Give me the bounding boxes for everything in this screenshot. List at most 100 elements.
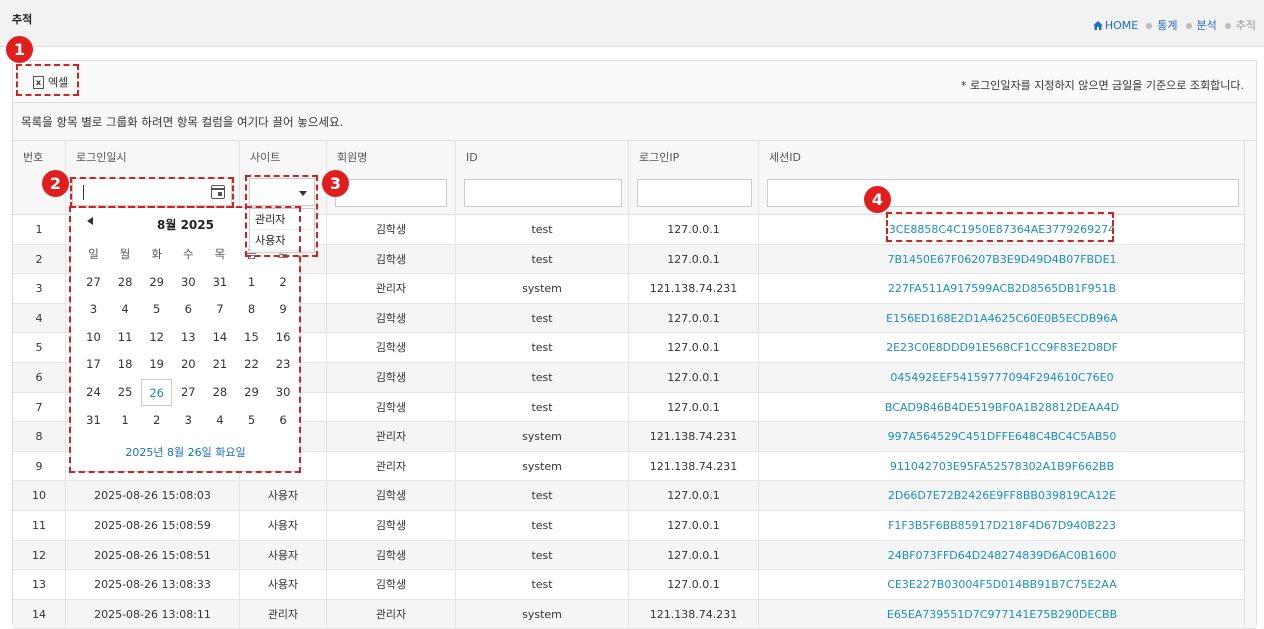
calendar-day[interactable]: 11 (110, 324, 141, 351)
cell-no: 8 (13, 422, 66, 452)
calendar-day[interactable]: 6 (173, 296, 204, 323)
filter-cell-session-id (759, 174, 1246, 215)
table-row[interactable]: 11 2025-08-26 15:08:59 사용자 김학생 test 127.0.0.1… (13, 511, 1256, 541)
calendar-icon[interactable] (211, 185, 225, 199)
col-header-site[interactable]: 사이트 (240, 141, 327, 174)
session-id-filter-input[interactable] (767, 179, 1239, 207)
calendar-day[interactable]: 1 (110, 407, 141, 434)
calendar-day[interactable]: 21 (204, 351, 235, 378)
col-header-member-name[interactable]: 회원명 (327, 141, 456, 174)
table-row[interactable]: 13 2025-08-26 13:08:33 사용자 김학생 test 127.0.0.1… (13, 570, 1256, 600)
col-header-session-id[interactable]: 세션ID (759, 141, 1246, 174)
site-filter-select[interactable] (249, 178, 315, 206)
cell-site: 사용자 (240, 540, 327, 570)
col-header-id[interactable]: ID (456, 141, 629, 174)
calendar-day[interactable]: 9 (268, 296, 299, 323)
calendar-day[interactable]: 20 (173, 351, 204, 378)
calendar-day[interactable]: 16 (268, 324, 299, 351)
calendar-day[interactable]: 3 (173, 407, 204, 434)
calendar-day[interactable]: 10 (78, 324, 109, 351)
vertical-scrollbar[interactable] (1244, 141, 1256, 626)
cell-session-id[interactable]: 7B1450E67F06207B3E9D49D4B07FBDE1 (759, 244, 1246, 274)
calendar-day[interactable]: 2 (141, 407, 172, 434)
group-drop-area[interactable]: 목록을 항목 별로 그룹화 하려면 항목 컬럼을 여기다 끌어 놓으세요. (13, 103, 1256, 141)
calendar-day[interactable]: 4 (110, 296, 141, 323)
cell-no: 12 (13, 540, 66, 570)
cell-login-time: 2025-08-26 15:08:03 (66, 481, 240, 511)
calendar-day[interactable]: 12 (141, 324, 172, 351)
table-row[interactable]: 12 2025-08-26 15:08:51 사용자 김학생 test 127.0.0.1… (13, 540, 1256, 571)
calendar-day[interactable]: 15 (236, 324, 267, 351)
calendar-day[interactable]: 19 (141, 351, 172, 378)
cell-session-id[interactable]: 2D66D7E72B2426E9FF8BB039819CA12E (759, 481, 1246, 511)
calendar-day[interactable]: 28 (204, 379, 235, 406)
cell-session-id[interactable]: CE3E227B03004F5D014BB91B7C75E2AA (759, 570, 1246, 600)
calendar-day[interactable]: 13 (173, 324, 204, 351)
breadcrumb-stats[interactable]: 통계 (1146, 17, 1178, 33)
calendar-day[interactable]: 17 (78, 351, 109, 378)
cell-session-id[interactable]: 2E23C0E8DDD91E568CF1CC9F83E2D8DF (759, 333, 1246, 363)
table-row[interactable]: 10 2025-08-26 15:08:03 사용자 김학생 test 127.0.0.1… (13, 481, 1256, 511)
cell-session-id[interactable]: BCAD9846B4DE519BF0A1B28812DEAA4D (759, 392, 1246, 422)
cell-session-id[interactable]: 227FA511A917599ACB2D8565DB1F951B (759, 274, 1246, 304)
calendar-day[interactable]: 27 (173, 379, 204, 406)
calendar-day[interactable]: 4 (204, 407, 235, 434)
bullet-icon (1146, 23, 1153, 29)
calendar-day[interactable]: 2 (268, 269, 299, 296)
cell-id: system (456, 274, 629, 304)
calendar-day[interactable]: 30 (268, 379, 299, 406)
calendar-day[interactable]: 5 (236, 407, 267, 434)
cell-session-id[interactable]: 24BF073FFD64D248274839D6AC0B1600 (759, 540, 1246, 570)
calendar-day[interactable]: 22 (236, 351, 267, 378)
calendar-today-link[interactable]: 2025년 8월 26일 화요일 (71, 444, 300, 460)
site-option-user[interactable]: 사용자 (250, 230, 314, 251)
cell-member-name: 김학생 (327, 303, 456, 333)
cell-session-id[interactable]: 3CE8858C4C1950E87364AE3779269274 (759, 215, 1246, 244)
calendar-day[interactable]: 25 (110, 379, 141, 406)
login-date-filter-input[interactable] (72, 178, 232, 206)
calendar-day[interactable]: 3 (78, 296, 109, 323)
cell-login-ip: 127.0.0.1 (629, 244, 759, 274)
calendar-day[interactable]: 1 (236, 269, 267, 296)
calendar-day[interactable]: 6 (268, 407, 299, 434)
cell-session-id[interactable]: 997A564529C451DFFE648C4BC4C5AB50 (759, 422, 1246, 452)
calendar-day[interactable]: 8 (236, 296, 267, 323)
marker-badge-4: 4 (864, 186, 891, 213)
calendar-day[interactable]: 31 (78, 407, 109, 434)
calendar-day[interactable]: 14 (204, 324, 235, 351)
calendar-day[interactable]: 27 (78, 269, 109, 296)
calendar-day-selected[interactable]: 26 (141, 379, 173, 406)
calendar-day[interactable]: 5 (141, 296, 172, 323)
cell-session-id[interactable]: F1F3B5F6BB85917D218F4D67D940B223 (759, 511, 1246, 540)
calendar-day[interactable]: 30 (173, 269, 204, 296)
cell-site: 관리자 (240, 599, 327, 629)
cell-session-id[interactable]: E156ED168E2D1A4625C60E0B5ECDB96A (759, 303, 1246, 333)
calendar-day[interactable]: 7 (204, 296, 235, 323)
calendar-day[interactable]: 28 (110, 269, 141, 296)
page-title: 추적 (12, 13, 33, 26)
breadcrumb-analysis[interactable]: 분석 (1185, 17, 1217, 33)
col-header-login-ip[interactable]: 로그인IP (629, 141, 759, 174)
ip-filter-input[interactable] (637, 179, 752, 207)
col-header-no[interactable]: 번호 (13, 141, 66, 174)
breadcrumb-home[interactable]: HOME (1092, 19, 1138, 32)
calendar-day[interactable]: 29 (236, 379, 267, 406)
id-filter-input[interactable] (464, 179, 622, 207)
calendar-day[interactable]: 18 (110, 351, 141, 378)
cell-session-id[interactable]: 911042703E95FA52578302A1B9F662BB (759, 451, 1246, 481)
cell-no: 9 (13, 451, 66, 481)
calendar-day[interactable]: 24 (78, 379, 109, 406)
date-note: * 로그인일자를 지정하지 않으면 금일을 기준으로 조회합니다. (961, 79, 1244, 92)
cell-login-ip: 127.0.0.1 (629, 215, 759, 244)
calendar-day[interactable]: 23 (268, 351, 299, 378)
text-caret (83, 185, 84, 200)
col-header-login-time[interactable]: 로그인일시 (66, 141, 240, 174)
calendar-day[interactable]: 31 (204, 269, 235, 296)
cell-login-time: 2025-08-26 13:08:11 (66, 599, 240, 629)
cell-session-id[interactable]: E65EA739551D7C977141E75B290DECBB (759, 599, 1246, 629)
cell-session-id[interactable]: 045492EEF54159777094F294610C76E0 (759, 363, 1246, 392)
member-name-filter-input[interactable] (335, 179, 447, 207)
excel-export-button[interactable]: x 엑셀 (28, 72, 73, 92)
calendar-day[interactable]: 29 (141, 269, 172, 296)
site-option-admin[interactable]: 관리자 (250, 209, 314, 230)
